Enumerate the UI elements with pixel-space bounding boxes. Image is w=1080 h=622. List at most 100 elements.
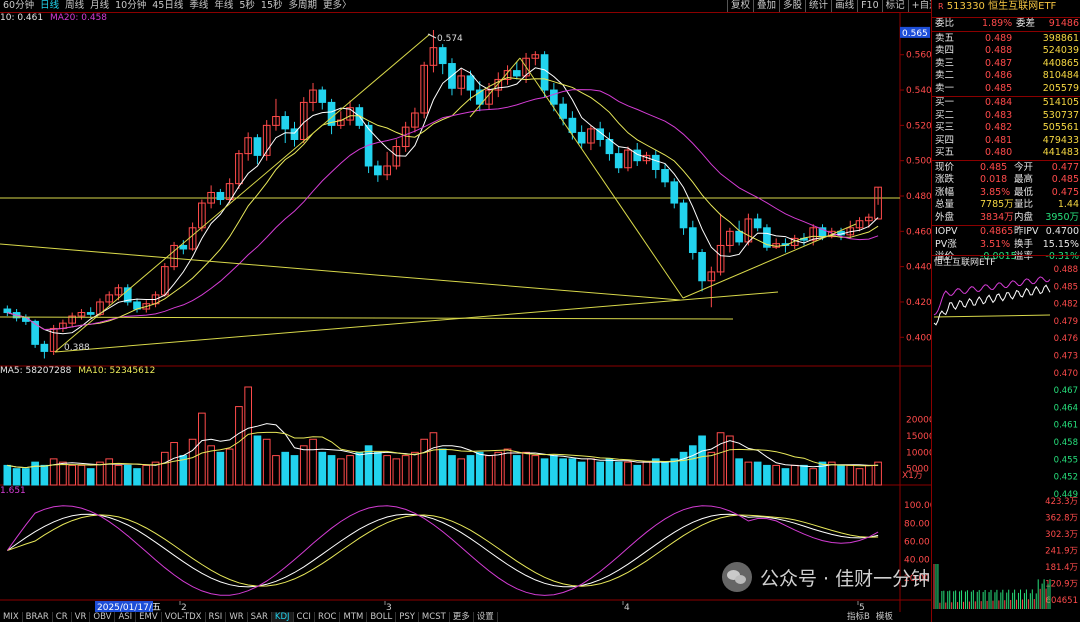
volume-bar bbox=[68, 464, 77, 486]
period-tab-1[interactable]: 日线 bbox=[37, 0, 62, 12]
volume-bar bbox=[40, 464, 49, 486]
period-tab-5[interactable]: 45日线 bbox=[149, 0, 186, 12]
ask-row: 卖四 0.488 524039 bbox=[932, 45, 1080, 58]
volume-bar bbox=[77, 464, 86, 486]
intraday-mini-chart[interactable]: 恒生互联网ETF 0.488 0.485 0.482 0.479 0.476 0.473 0.… bbox=[932, 255, 1080, 612]
tool-button-2[interactable]: 多股 bbox=[779, 0, 805, 12]
ask-row: 卖五 0.489 398861 bbox=[932, 33, 1080, 46]
indicator-tab-15[interactable]: BOLL bbox=[367, 612, 397, 622]
ask-volume: 524039 bbox=[1042, 45, 1079, 56]
indicator-tab-9[interactable]: WR bbox=[226, 612, 248, 622]
indicator-tab-3[interactable]: VR bbox=[72, 612, 91, 622]
candle-body bbox=[540, 54, 549, 91]
kdj-axis-label: 80.00 bbox=[904, 519, 930, 529]
indicator-tab-1[interactable]: BRAR bbox=[23, 612, 53, 622]
stat-value: 0.485 bbox=[980, 161, 1008, 173]
period-tab-7[interactable]: 年线 bbox=[211, 0, 236, 12]
mini-volume-label: 302.3万 bbox=[1045, 530, 1078, 540]
indicator-tab-4[interactable]: OBV bbox=[90, 612, 116, 622]
indicator-tab-19[interactable]: 设置 bbox=[474, 612, 498, 622]
volume-bar bbox=[86, 468, 95, 486]
ask-volume: 398861 bbox=[1042, 32, 1079, 44]
volume-bar bbox=[485, 455, 493, 486]
kdj-axis-label: 60.00 bbox=[904, 537, 930, 547]
high-pointer bbox=[427, 33, 437, 39]
mini-price-label: 0.485 bbox=[1054, 282, 1078, 292]
stat-label-2: 最高 bbox=[1014, 174, 1034, 185]
volume-bar bbox=[318, 451, 327, 486]
volume-bar bbox=[716, 432, 725, 486]
period-tab-8[interactable]: 5秒 bbox=[236, 0, 258, 12]
tool-button-3[interactable]: 统计 bbox=[805, 0, 831, 12]
ma5-line bbox=[7, 67, 879, 335]
stock-header: R 513330 恒生互联网ETF bbox=[932, 0, 1080, 14]
tool-button-4[interactable]: 画线 bbox=[831, 0, 857, 12]
indicator-tab-18[interactable]: 更多 bbox=[450, 612, 474, 622]
period-tab-6[interactable]: 季线 bbox=[186, 0, 211, 12]
mini-price-label: 0.452 bbox=[1054, 473, 1078, 483]
volume-bar bbox=[105, 458, 114, 486]
stat-row: 涨幅 3.85% 最低 0.475 bbox=[932, 187, 1080, 200]
tool-button-6[interactable]: 标记 bbox=[881, 0, 908, 12]
volume-bar bbox=[309, 438, 317, 486]
indicator-tab-13[interactable]: ROC bbox=[315, 612, 341, 622]
price-axis-label: 0.540 bbox=[906, 86, 931, 96]
period-tab-10[interactable]: 多周期 bbox=[286, 0, 321, 12]
volume-bar bbox=[49, 458, 58, 486]
indicator-tab-8[interactable]: RSI bbox=[206, 612, 227, 622]
period-tab-3[interactable]: 月线 bbox=[87, 0, 112, 12]
volume-bar bbox=[22, 468, 30, 486]
indicator-tab-11[interactable]: KDJ bbox=[271, 612, 294, 622]
volume-bar bbox=[216, 451, 225, 486]
bid-row: 买二 0.483 530737 bbox=[932, 110, 1080, 123]
mini-price-label: 0.476 bbox=[1054, 334, 1078, 344]
period-tab-11[interactable]: 更多〉 bbox=[320, 0, 355, 12]
bid-volume: 441483 bbox=[1042, 147, 1079, 158]
indicator-tab-5[interactable]: ASI bbox=[115, 612, 137, 622]
candle-body bbox=[179, 244, 188, 250]
mini-volume-label: 423.3万 bbox=[1045, 497, 1078, 507]
period-tab-4[interactable]: 10分钟 bbox=[112, 0, 149, 12]
stat-value: 3.85% bbox=[980, 186, 1011, 198]
volume-bar bbox=[290, 455, 299, 486]
volume-bar bbox=[753, 461, 762, 486]
kdj-axis-label: 100.00 bbox=[904, 501, 931, 511]
indicator-tab-16[interactable]: PSY bbox=[396, 612, 419, 622]
volume-bar bbox=[262, 438, 271, 486]
candle-body bbox=[253, 137, 262, 156]
volume-bar bbox=[225, 448, 234, 486]
indicator-tab-right-0[interactable]: 指标B bbox=[844, 612, 873, 622]
ask-label: 卖五 bbox=[935, 32, 955, 44]
mini-price-label: 0.488 bbox=[1054, 265, 1078, 275]
price-axis-label: 0.480 bbox=[906, 192, 931, 202]
indicator-tab-right-1[interactable]: 模板 bbox=[873, 612, 896, 622]
indicator-tab-12[interactable]: CCI bbox=[294, 612, 315, 622]
indicator-tab-7[interactable]: VOL-TDX bbox=[162, 612, 206, 622]
indicator-tab-14[interactable]: MTM bbox=[340, 612, 368, 622]
indicator-tab-17[interactable]: MCST bbox=[419, 612, 450, 622]
period-tab-2[interactable]: 周线 bbox=[62, 0, 87, 12]
kline-chart[interactable]: 0.560 0.540 0.520 0.500 0.480 0.460 0.440 0.420… bbox=[0, 12, 931, 612]
tool-button-5[interactable]: F10 bbox=[857, 0, 882, 12]
period-tab-9[interactable]: 15秒 bbox=[258, 0, 286, 12]
volume-bar bbox=[707, 451, 716, 486]
tool-button-1[interactable]: 叠加 bbox=[753, 0, 779, 12]
bid-label: 买五 bbox=[935, 147, 955, 158]
indicator-tab-2[interactable]: CR bbox=[53, 612, 72, 622]
indicator-tab-6[interactable]: EMV bbox=[136, 612, 162, 622]
volume-bar bbox=[123, 464, 132, 486]
bid-volume: 479433 bbox=[1042, 134, 1079, 146]
stat-value-2: 0.485 bbox=[1051, 174, 1079, 185]
stock-code: 513330 bbox=[946, 1, 985, 12]
tool-button-0[interactable]: 复权 bbox=[727, 0, 753, 12]
mini-price-label: 0.479 bbox=[1054, 317, 1078, 327]
iopv-value: 3.51% bbox=[980, 238, 1011, 250]
volume-bar bbox=[642, 461, 651, 486]
period-tab-0[interactable]: 60分钟 bbox=[0, 0, 37, 12]
volume-bar bbox=[698, 435, 706, 486]
indicator-tab-0[interactable]: MIX bbox=[0, 612, 23, 622]
indicator-tab-10[interactable]: SAR bbox=[248, 612, 272, 622]
low-price-label: 0.388 bbox=[64, 343, 90, 353]
iopv-label: IOPV bbox=[935, 226, 958, 237]
wechat-icon bbox=[722, 562, 752, 592]
